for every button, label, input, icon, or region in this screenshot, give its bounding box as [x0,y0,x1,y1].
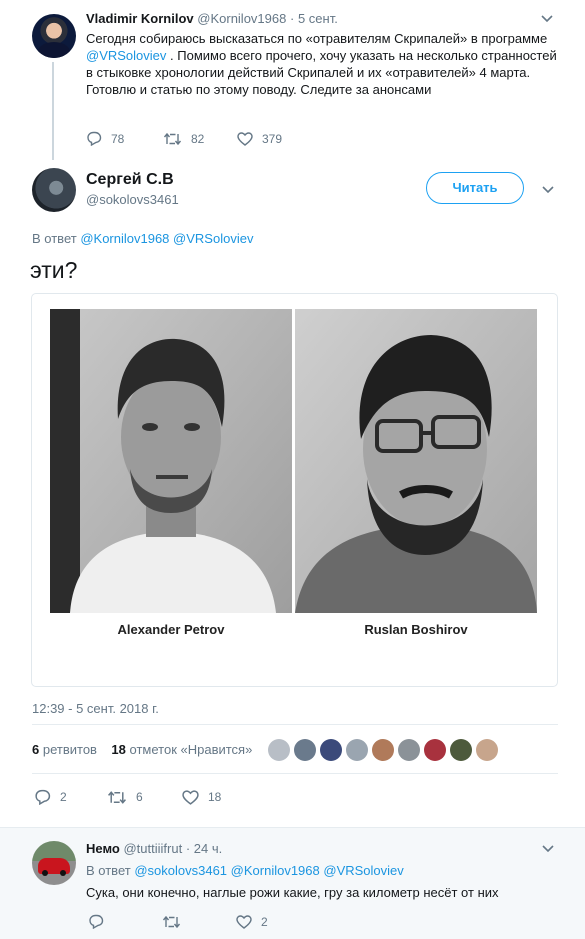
parent-tweet[interactable]: Vladimir Kornilov @Kornilov1968 · 5 сент… [0,0,585,160]
main-tweet: Сергей С.В @sokolovs3461 Читать В ответ … [0,160,585,825]
heart-icon [182,789,199,805]
avatar[interactable] [346,739,368,761]
photo-left [50,309,292,613]
retweet-button[interactable] [162,915,236,929]
retweet-icon [108,790,126,804]
photo-caption: Alexander Petrov [117,622,225,637]
author-handle[interactable]: @Kornilov1968 [197,11,286,26]
like-button[interactable]: 18 [182,789,222,805]
reply-button[interactable] [88,914,162,929]
avatar[interactable] [476,739,498,761]
reply-count: 78 [111,131,125,146]
divider [32,724,558,725]
tweet-actions: 2 [88,914,268,929]
chevron-down-icon[interactable] [541,15,553,25]
reply-prefix: В ответ [32,231,77,246]
reply-icon [89,914,104,929]
retweet-stat[interactable]: 6 ретвитов [32,742,97,757]
stat-count: 18 [111,742,126,757]
reply-prefix: В ответ [86,863,131,878]
chevron-down-icon[interactable] [542,845,554,855]
reply-context: В ответ @sokolovs3461 @Kornilov1968 @VRS… [86,863,404,878]
tweet-text: Сегодня собираюсь высказаться по «отрави… [86,30,561,98]
reply-button[interactable]: 78 [86,131,163,146]
mention-link[interactable]: @VRSoloviev [86,48,166,63]
author-handle[interactable]: @tuttiiifrut [123,841,182,856]
reply-count: 2 [60,790,67,804]
separator-dot: · [185,841,191,856]
avatar[interactable] [398,739,420,761]
separator-dot: · [289,11,295,26]
avatar[interactable] [450,739,472,761]
like-button[interactable]: 2 [236,915,268,929]
retweet-count: 6 [136,790,143,804]
tweet-time[interactable]: 5 сент. [298,11,338,26]
mention-link[interactable]: @VRSoloviev [173,231,253,246]
retweet-count: 82 [191,131,205,146]
stat-label: ретвитов [42,742,97,757]
stat-count: 6 [32,742,40,757]
author-name[interactable]: Сергей С.В [86,171,174,189]
author-name[interactable]: Немо [86,841,120,856]
liker-avatars [268,739,498,761]
like-count: 2 [261,914,268,929]
tweet-header: Vladimir Kornilov @Kornilov1968 · 5 сент… [86,11,338,26]
avatar[interactable] [32,168,76,212]
retweet-icon [163,132,182,145]
photo-caption: Ruslan Boshirov [364,622,468,637]
tweet-timestamp[interactable]: 12:39 - 5 сент. 2018 г. [32,701,159,716]
avatar[interactable] [294,739,316,761]
avatar[interactable] [372,739,394,761]
stat-label: отметок «Нравится» [129,742,253,757]
author-name[interactable]: Vladimir Kornilov [86,11,194,26]
divider [32,773,558,774]
likes-stat[interactable]: 18 отметок «Нравится» [111,742,252,757]
mention-link[interactable]: @Kornilov1968 [231,863,320,878]
follow-button[interactable]: Читать [426,172,524,204]
thread-connector-line [52,62,54,160]
tweet-actions: 78 82 379 [86,131,282,146]
reply-button[interactable]: 2 [34,789,107,805]
heart-icon [237,131,253,146]
mention-link[interactable]: @VRSoloviev [323,863,403,878]
text-segment: Сегодня собираюсь высказаться по «отрави… [86,31,548,46]
like-count: 18 [208,790,222,804]
mention-link[interactable]: @Kornilov1968 [80,231,169,246]
avatar[interactable] [32,841,76,885]
tweet-actions: 2 6 18 [34,789,221,805]
car-image [38,858,70,876]
like-button[interactable]: 379 [237,132,282,146]
tweet-time[interactable]: 24 ч. [194,841,222,856]
tweet-text: эти? [30,257,78,283]
heart-icon [236,914,252,929]
chevron-down-icon[interactable] [542,186,554,196]
reply-context: В ответ @Kornilov1968 @VRSoloviev [32,231,253,246]
avatar[interactable] [320,739,342,761]
engagement-stats: 6 ретвитов 18 отметок «Нравится» [32,742,252,757]
reply-icon [35,789,51,805]
tweet-header: Немо @tuttiiifrut · 24 ч. [86,841,222,856]
tweet-text: Сука, они конечно, наглые рожи какие, гр… [86,885,499,900]
mention-link[interactable]: @sokolovs3461 [134,863,227,878]
reply-tweet[interactable]: Немо @tuttiiifrut · 24 ч. В ответ @sokol… [0,827,585,939]
retweet-icon [162,915,181,928]
text-line: Готовлю и статью по этому поводу. Следит… [86,82,432,97]
tweet-image[interactable]: Alexander Petrov Ruslan Boshirov [31,293,558,687]
author-handle[interactable]: @sokolovs3461 [86,192,179,207]
like-count: 379 [262,131,283,146]
retweet-button[interactable]: 82 [163,132,237,146]
avatar[interactable] [268,739,290,761]
retweet-button[interactable]: 6 [107,790,182,805]
reply-icon [87,131,102,146]
photo-right [295,309,537,613]
avatar[interactable] [32,14,76,58]
avatar[interactable] [424,739,446,761]
